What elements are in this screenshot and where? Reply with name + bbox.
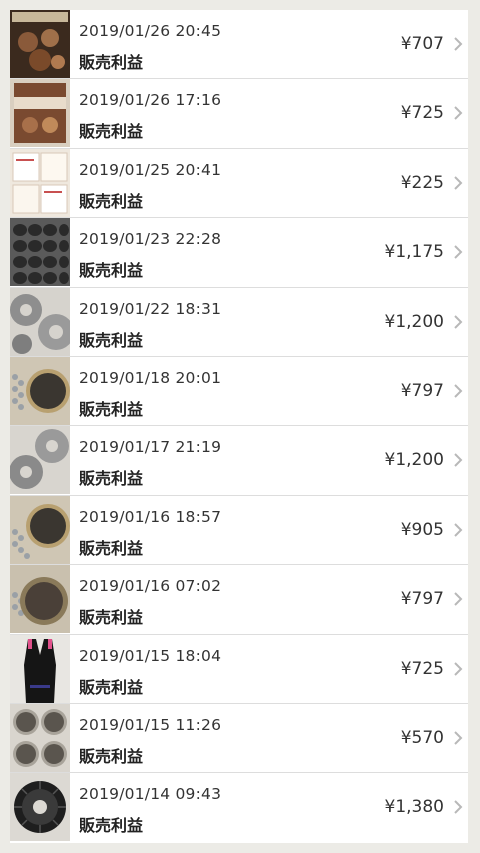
chevron-right-icon xyxy=(454,800,463,815)
transaction-date: 2019/01/22 18:31 xyxy=(79,299,222,318)
transaction-type-label: 販売利益 xyxy=(79,816,144,836)
item-thumbnail xyxy=(10,218,70,287)
transaction-date: 2019/01/16 18:57 xyxy=(79,507,222,526)
transaction-amount: ¥225 xyxy=(400,172,444,193)
transaction-type-label: 販売利益 xyxy=(79,191,144,211)
transaction-date: 2019/01/23 22:28 xyxy=(79,230,222,249)
transaction-type-label: 販売利益 xyxy=(79,53,144,72)
transaction-list: 2019/01/26 20:45 販売利益 ¥707 2019/01/26 17… xyxy=(10,10,468,843)
chevron-right-icon xyxy=(454,245,463,259)
item-thumbnail xyxy=(10,634,70,703)
transaction-date: 2019/01/14 09:43 xyxy=(79,785,222,804)
list-item[interactable]: 2019/01/25 20:41 販売利益 ¥225 xyxy=(10,148,468,219)
transaction-type-label: 販売利益 xyxy=(79,330,144,350)
transaction-date: 2019/01/17 21:19 xyxy=(79,438,222,457)
item-thumbnail xyxy=(10,495,70,564)
item-thumbnail xyxy=(10,426,70,495)
item-thumbnail xyxy=(10,148,70,217)
list-item[interactable]: 2019/01/18 20:01 販売利益 ¥797 xyxy=(10,356,468,427)
item-thumbnail xyxy=(10,703,70,772)
item-thumbnail xyxy=(10,565,70,634)
list-item[interactable]: 2019/01/26 17:16 販売利益 ¥725 xyxy=(10,79,468,149)
transaction-amount: ¥707 xyxy=(400,34,444,54)
transaction-date: 2019/01/15 11:26 xyxy=(79,715,222,734)
transaction-amount: ¥725 xyxy=(400,658,444,679)
transaction-type-label: 販売利益 xyxy=(79,469,144,489)
transaction-date: 2019/01/25 20:41 xyxy=(79,160,222,179)
item-thumbnail xyxy=(10,356,70,425)
transaction-amount: ¥570 xyxy=(400,727,444,748)
item-thumbnail xyxy=(10,10,70,78)
transaction-amount: ¥797 xyxy=(400,589,444,610)
transaction-amount: ¥1,200 xyxy=(384,450,444,471)
transaction-amount: ¥797 xyxy=(400,380,444,401)
transaction-type-label: 販売利益 xyxy=(79,746,144,766)
list-item[interactable]: 2019/01/26 20:45 販売利益 ¥707 xyxy=(10,10,468,80)
transaction-date: 2019/01/18 20:01 xyxy=(79,368,222,387)
chevron-right-icon xyxy=(454,661,463,676)
list-item[interactable]: 2019/01/16 07:02 販売利益 ¥797 xyxy=(10,565,468,635)
transaction-date: 2019/01/16 07:02 xyxy=(79,577,222,596)
item-thumbnail xyxy=(10,287,70,356)
chevron-right-icon xyxy=(454,384,463,398)
list-item[interactable]: 2019/01/15 18:04 販売利益 ¥725 xyxy=(10,634,468,704)
list-item[interactable]: 2019/01/15 11:26 販売利益 ¥570 xyxy=(10,703,468,774)
chevron-right-icon xyxy=(454,523,463,537)
chevron-right-icon xyxy=(454,314,463,329)
chevron-right-icon xyxy=(454,453,463,468)
transaction-type-label: 販売利益 xyxy=(79,677,144,697)
chevron-right-icon xyxy=(454,37,463,51)
item-thumbnail xyxy=(10,79,70,148)
chevron-right-icon xyxy=(454,592,463,606)
chevron-right-icon xyxy=(454,731,463,745)
list-item[interactable]: 2019/01/22 18:31 販売利益 ¥1,200 xyxy=(10,287,468,357)
transaction-type-label: 販売利益 xyxy=(79,399,144,419)
transaction-date: 2019/01/26 20:45 xyxy=(79,22,222,40)
chevron-right-icon xyxy=(454,106,463,121)
transaction-date: 2019/01/15 18:04 xyxy=(79,646,222,665)
transaction-amount: ¥1,380 xyxy=(384,797,444,818)
transaction-type-label: 販売利益 xyxy=(79,538,144,558)
item-thumbnail xyxy=(10,773,70,842)
transaction-amount: ¥905 xyxy=(400,519,444,540)
transaction-type-label: 販売利益 xyxy=(79,608,144,628)
chevron-right-icon xyxy=(454,176,463,190)
transaction-amount: ¥725 xyxy=(400,103,444,124)
transaction-type-label: 販売利益 xyxy=(79,261,144,281)
transaction-date: 2019/01/26 17:16 xyxy=(79,91,222,110)
list-item[interactable]: 2019/01/16 18:57 販売利益 ¥905 xyxy=(10,495,468,566)
list-item[interactable]: 2019/01/17 21:19 販売利益 ¥1,200 xyxy=(10,426,468,496)
transaction-type-label: 販売利益 xyxy=(79,122,144,142)
list-item[interactable]: 2019/01/14 09:43 販売利益 ¥1,380 xyxy=(10,773,468,842)
transaction-amount: ¥1,200 xyxy=(384,311,444,332)
list-item[interactable]: 2019/01/23 22:28 販売利益 ¥1,175 xyxy=(10,218,468,288)
transaction-amount: ¥1,175 xyxy=(384,242,444,263)
